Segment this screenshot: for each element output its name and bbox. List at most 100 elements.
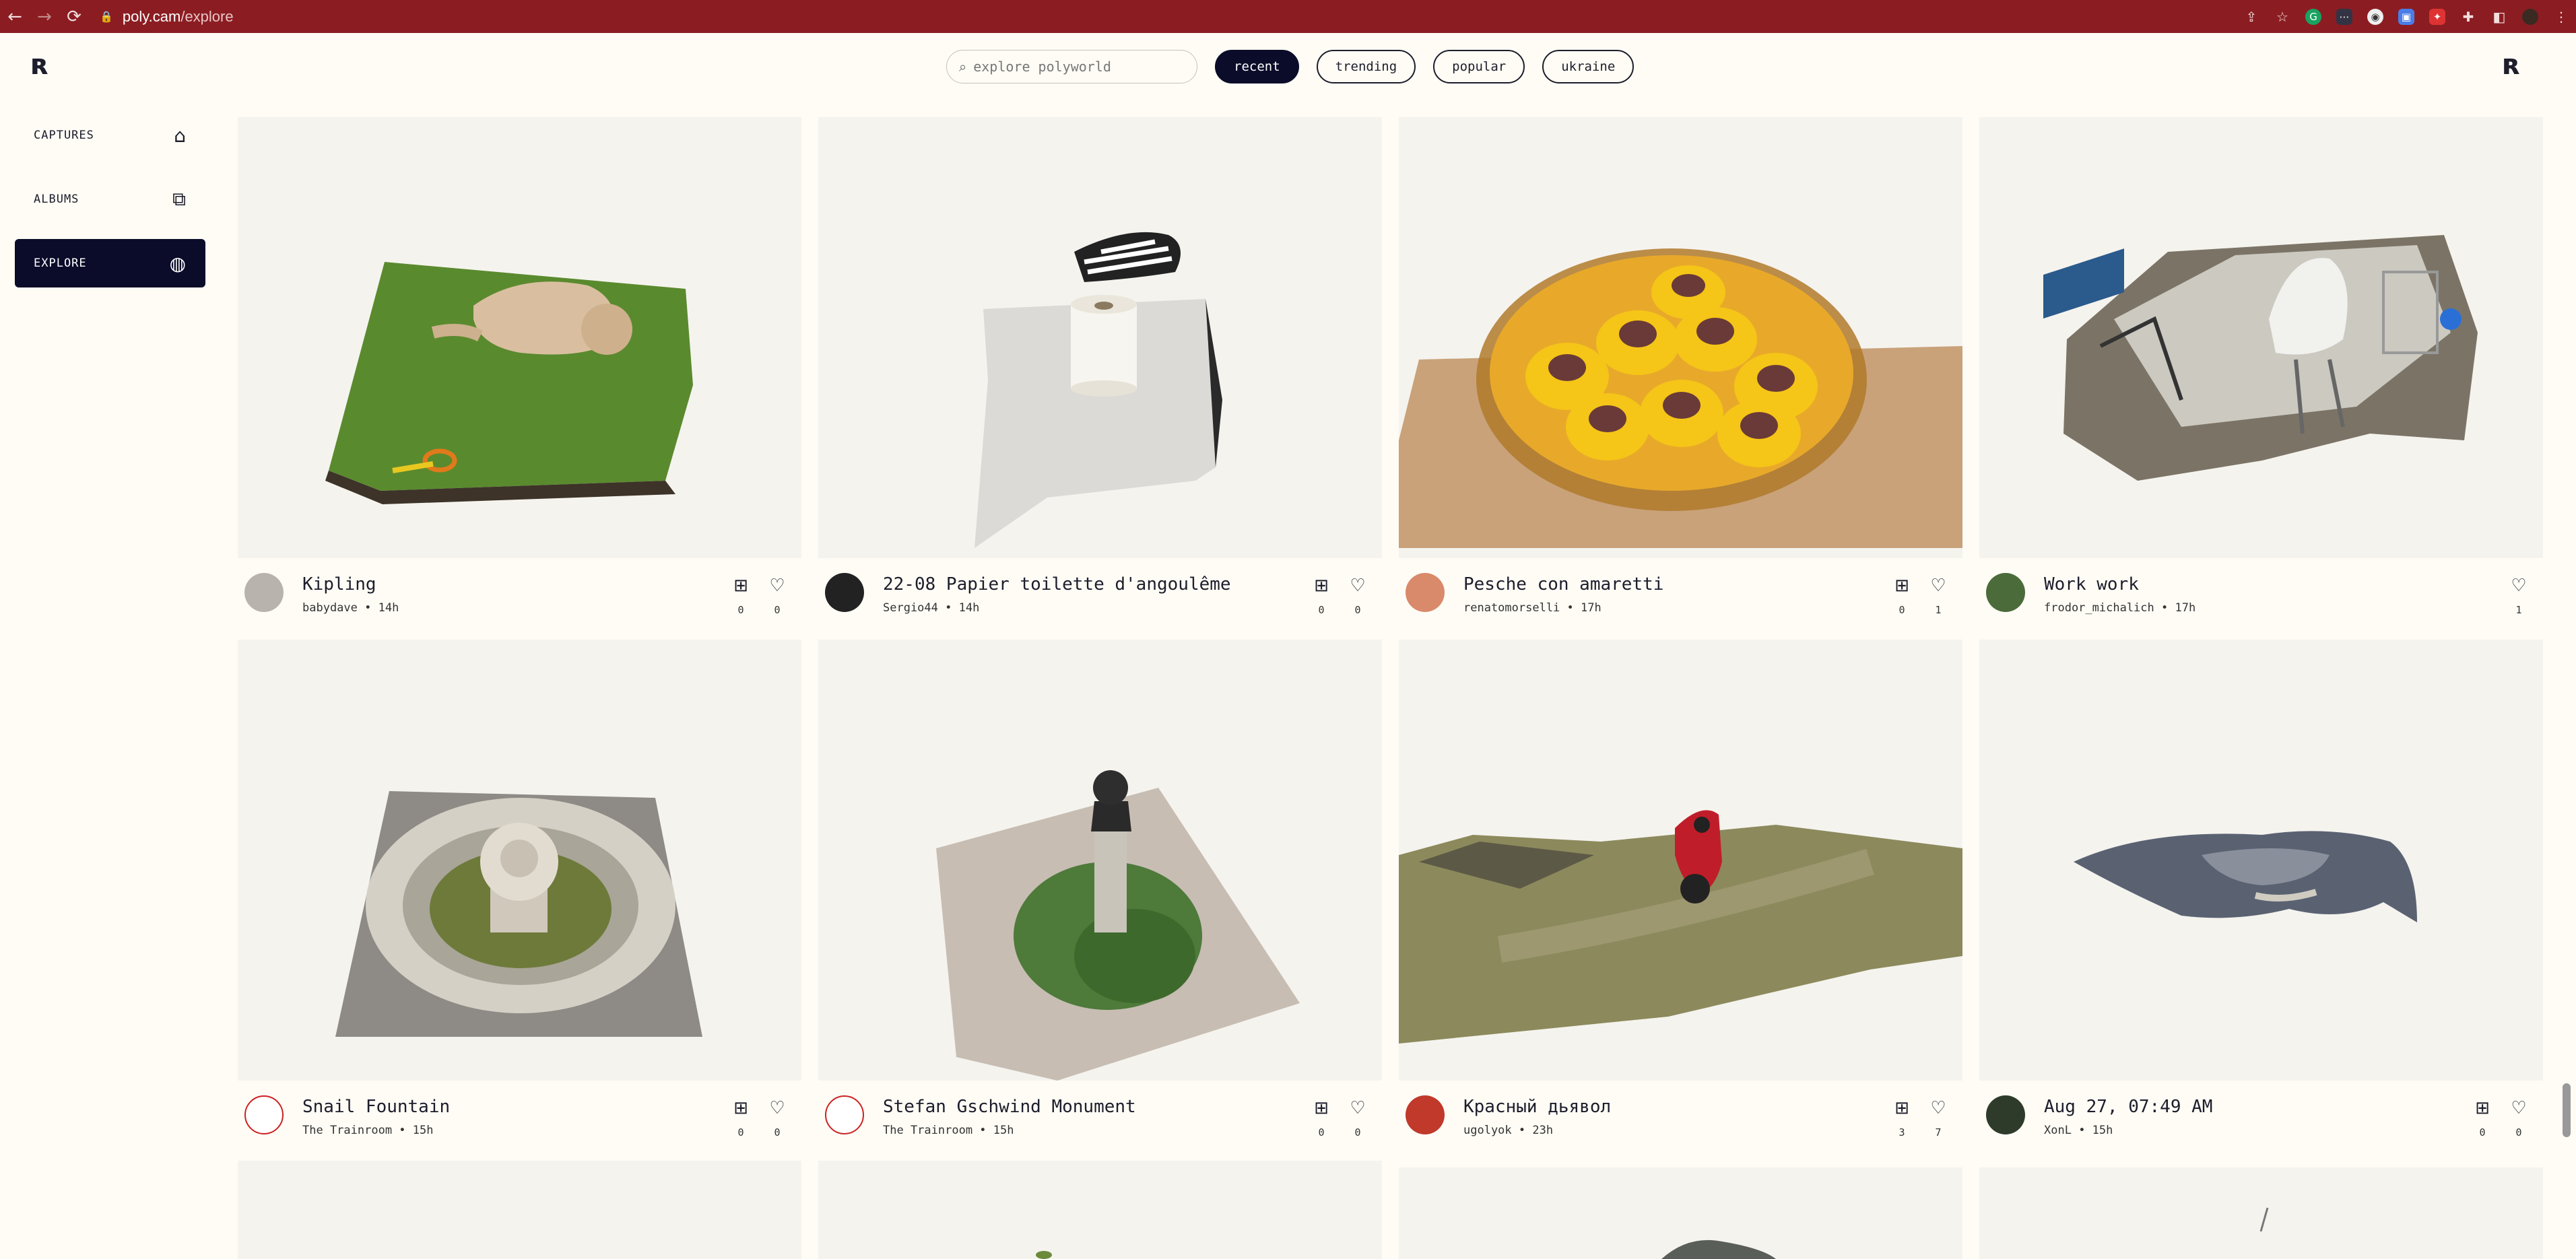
- avatar[interactable]: [1406, 1095, 1445, 1134]
- like-button[interactable]: ♡ 0: [1347, 1098, 1368, 1138]
- like-count: 0: [1354, 1126, 1361, 1138]
- capture-byline: The Trainroom • 15h: [302, 1124, 434, 1137]
- capture-title[interactable]: Pesche con amaretti: [1463, 574, 1663, 594]
- capture-card[interactable]: [818, 1161, 1382, 1259]
- reload-button[interactable]: ⟳: [59, 0, 89, 33]
- like-button[interactable]: ♡ 1: [2508, 576, 2530, 616]
- capture-thumbnail[interactable]: [1399, 640, 1962, 1081]
- capture-byline: ugolyok • 23h: [1463, 1124, 1554, 1137]
- capture-card[interactable]: Красный дьявол ugolyok • 23h ⊞ 3 ♡ 7: [1399, 640, 1962, 1141]
- filter-trending[interactable]: trending: [1316, 50, 1416, 83]
- back-button[interactable]: ←: [0, 0, 30, 33]
- sidebar-item-captures[interactable]: CAPTURES ⌂: [15, 111, 205, 160]
- extension-red-icon[interactable]: ✦: [2429, 8, 2445, 25]
- avatar[interactable]: [1986, 1095, 2025, 1134]
- like-button[interactable]: ♡ 0: [2508, 1098, 2530, 1138]
- capture-card[interactable]: [1979, 1167, 2543, 1259]
- search-input[interactable]: [973, 59, 1176, 75]
- capture-title[interactable]: Красный дьявол: [1463, 1097, 1611, 1117]
- save-to-album-button[interactable]: ⊞ 0: [1891, 576, 1913, 616]
- save-count: 0: [1318, 1126, 1325, 1138]
- avatar[interactable]: [825, 1095, 864, 1134]
- capture-thumbnail[interactable]: [1399, 1167, 1962, 1259]
- like-button[interactable]: ♡ 0: [766, 576, 788, 616]
- like-button[interactable]: ♡ 7: [1927, 1098, 1949, 1138]
- extension-circle-icon[interactable]: ◉: [2367, 8, 2383, 25]
- capture-author[interactable]: The Trainroom: [883, 1124, 972, 1137]
- avatar[interactable]: [1406, 573, 1445, 612]
- capture-meta: Kipling babydave • 14h ⊞ 0 ♡ 0: [238, 558, 801, 619]
- extension-dots-icon[interactable]: ⋯: [2336, 8, 2352, 25]
- avatar[interactable]: [1986, 573, 2025, 612]
- capture-title[interactable]: Aug 27, 07:49 AM: [2044, 1097, 2212, 1117]
- like-button[interactable]: ♡ 0: [766, 1098, 788, 1138]
- page-scrollbar[interactable]: [2563, 1083, 2571, 1137]
- share-icon[interactable]: ⇪: [2243, 9, 2259, 25]
- save-to-album-button[interactable]: ⊞ 3: [1891, 1098, 1913, 1138]
- capture-title[interactable]: Stefan Gschwind Monument: [883, 1097, 1136, 1117]
- capture-card[interactable]: Stefan Gschwind Monument The Trainroom •…: [818, 640, 1382, 1141]
- save-to-album-button[interactable]: ⊞ 0: [1311, 576, 1332, 616]
- polycam-logo[interactable]: ʀ: [31, 48, 49, 81]
- sidebar-toggle-icon[interactable]: ◧: [2491, 9, 2507, 25]
- capture-author[interactable]: frodor_michalich: [2044, 601, 2154, 615]
- star-icon[interactable]: ☆: [2274, 9, 2290, 25]
- capture-author[interactable]: The Trainroom: [302, 1124, 392, 1137]
- capture-byline: The Trainroom • 15h: [883, 1124, 1014, 1137]
- save-to-album-button[interactable]: ⊞ 0: [2472, 1098, 2493, 1138]
- save-to-album-button[interactable]: ⊞ 0: [730, 1098, 752, 1138]
- capture-thumbnail[interactable]: [818, 1161, 1382, 1259]
- capture-author[interactable]: XonL: [2044, 1124, 2072, 1137]
- capture-thumbnail[interactable]: [1399, 117, 1962, 558]
- capture-thumbnail[interactable]: [1979, 640, 2543, 1081]
- save-to-album-button[interactable]: ⊞ 0: [730, 576, 752, 616]
- capture-thumbnail[interactable]: [818, 640, 1382, 1081]
- sidebar-item-albums[interactable]: ALBUMS ⧉: [15, 175, 205, 224]
- capture-card[interactable]: Work work frodor_michalich • 17h ♡ 1: [1979, 117, 2543, 619]
- avatar[interactable]: [825, 573, 864, 612]
- capture-thumbnail[interactable]: [238, 117, 801, 558]
- capture-title[interactable]: Kipling: [302, 574, 376, 594]
- capture-actions: ⊞ 0 ♡ 0: [730, 1098, 788, 1138]
- capture-card[interactable]: 22-08 Papier toilette d'angoulême Sergio…: [818, 117, 1382, 619]
- capture-thumbnail[interactable]: [238, 1161, 801, 1259]
- capture-author[interactable]: Sergio44: [883, 601, 938, 615]
- capture-author[interactable]: babydave: [302, 601, 358, 615]
- like-button[interactable]: ♡ 1: [1927, 576, 1949, 616]
- save-to-album-button[interactable]: ⊞ 0: [1311, 1098, 1332, 1138]
- sidebar-item-explore[interactable]: EXPLORE ◍: [15, 239, 205, 287]
- capture-card[interactable]: Kipling babydave • 14h ⊞ 0 ♡ 0: [238, 117, 801, 619]
- search-box[interactable]: ⌕: [946, 50, 1197, 83]
- filter-popular[interactable]: popular: [1433, 50, 1525, 83]
- avatar[interactable]: [244, 573, 284, 612]
- capture-thumbnail[interactable]: [818, 117, 1382, 558]
- like-button[interactable]: ♡ 0: [1347, 576, 1368, 616]
- capture-card[interactable]: Pesche con amaretti renatomorselli • 17h…: [1399, 117, 1962, 619]
- heart-icon: ♡: [1930, 1098, 1946, 1118]
- profile-avatar-icon[interactable]: [2522, 8, 2538, 25]
- filter-recent[interactable]: recent: [1215, 50, 1299, 83]
- puzzle-icon[interactable]: ✚: [2460, 9, 2476, 25]
- capture-title[interactable]: 22-08 Papier toilette d'angoulême: [883, 574, 1231, 594]
- capture-card[interactable]: Snail Fountain The Trainroom • 15h ⊞ 0 ♡ 0: [238, 640, 801, 1141]
- capture-author[interactable]: renatomorselli: [1463, 601, 1560, 615]
- capture-thumbnail[interactable]: [1979, 117, 2543, 558]
- filter-ukraine[interactable]: ukraine: [1542, 50, 1634, 83]
- capture-author[interactable]: ugolyok: [1463, 1124, 1512, 1137]
- capture-card[interactable]: Aug 27, 07:49 AM XonL • 15h ⊞ 0 ♡ 0: [1979, 640, 2543, 1141]
- extension-blue-icon[interactable]: ▣: [2398, 8, 2414, 25]
- polycam-logo-right[interactable]: ʀ: [2503, 48, 2521, 81]
- browser-menu-icon[interactable]: ⋮: [2553, 9, 2569, 25]
- avatar[interactable]: [244, 1095, 284, 1134]
- add-folder-icon: ⊞: [733, 1098, 748, 1118]
- capture-card[interactable]: [1399, 1167, 1962, 1259]
- capture-thumbnail[interactable]: [238, 640, 801, 1081]
- address-bar[interactable]: 🔒 poly.cam/explore: [100, 8, 234, 26]
- capture-title[interactable]: Snail Fountain: [302, 1097, 450, 1117]
- forward-button[interactable]: →: [30, 0, 59, 33]
- extensions-area: ⇪ ☆ G ⋯ ◉ ▣ ✦ ✚ ◧ ⋮: [2243, 0, 2569, 33]
- capture-thumbnail[interactable]: [1979, 1167, 2543, 1259]
- capture-title[interactable]: Work work: [2044, 574, 2139, 594]
- grammarly-icon[interactable]: G: [2305, 8, 2321, 25]
- capture-card[interactable]: [238, 1161, 801, 1259]
